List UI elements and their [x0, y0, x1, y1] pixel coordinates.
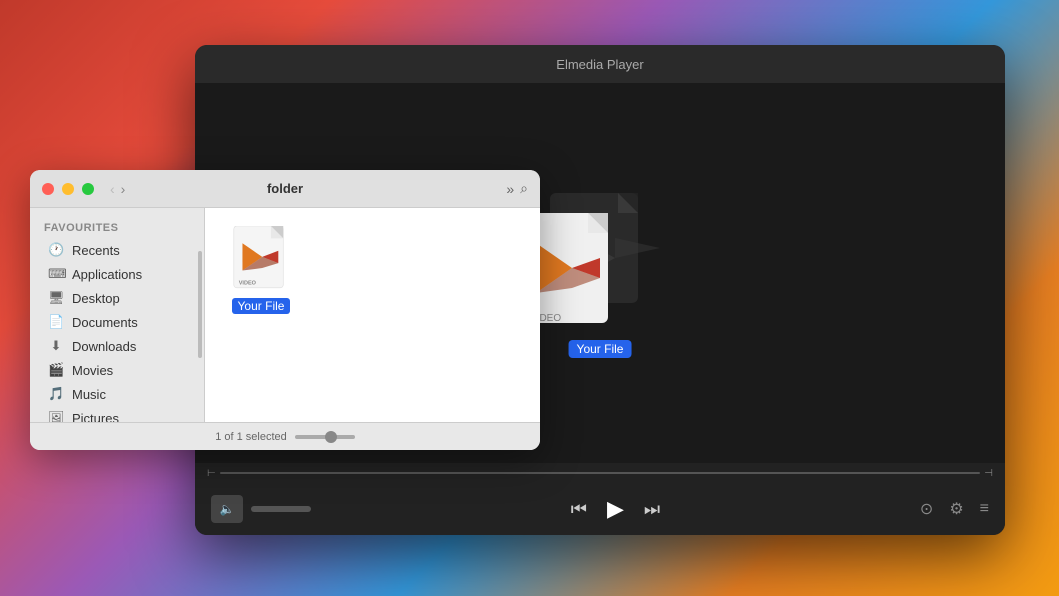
file-label: Your File: [232, 298, 291, 314]
sidebar-item-applications[interactable]: ⌨ Applications: [34, 262, 200, 286]
documents-icon: 📄: [48, 314, 64, 330]
documents-label: Documents: [72, 315, 138, 330]
sidebar-item-recents[interactable]: 🕐 Recents: [34, 238, 200, 262]
sidebar-item-desktop[interactable]: 🖥 Desktop: [34, 286, 200, 310]
sidebar-item-music[interactable]: 🎵 Music: [34, 382, 200, 406]
settings-button[interactable]: ⚙: [949, 499, 963, 519]
downloads-label: Downloads: [72, 339, 136, 354]
sidebar-item-documents[interactable]: 📄 Documents: [34, 310, 200, 334]
seek-start-icon: ⊢: [207, 468, 216, 479]
file-icon: VIDEO: [231, 224, 291, 296]
playlist-button[interactable]: ≡: [980, 500, 989, 518]
svg-text:VIDEO: VIDEO: [239, 281, 257, 287]
nav-back[interactable]: ‹: [110, 181, 115, 197]
finder-main: VIDEO Your File: [205, 208, 540, 422]
desktop-icon: 🖥: [48, 290, 64, 306]
player-bottom: ⊢ ⊣ 🔈 ⏮ ▶ ⏭ ⊙ ⚙ ≡: [195, 463, 1005, 535]
volume-icon: 🔈: [220, 502, 235, 516]
player-controls: 🔈 ⏮ ▶ ⏭ ⊙ ⚙ ≡: [195, 483, 1005, 535]
sidebar-item-pictures[interactable]: 🖼 Pictures: [34, 406, 200, 422]
file-item[interactable]: VIDEO Your File: [221, 224, 301, 314]
recents-icon: 🕐: [48, 242, 64, 258]
finder-statusbar: 1 of 1 selected: [30, 422, 540, 450]
finder-sidebar: Favourites 🕐 Recents ⌨ Applications 🖥 De…: [30, 208, 205, 422]
seek-track[interactable]: [220, 472, 981, 474]
zoom-slider[interactable]: [295, 435, 355, 439]
downloads-icon: ⬇: [48, 338, 64, 354]
controls-right: ⊙ ⚙ ≡: [920, 499, 989, 519]
player-title: Elmedia Player: [556, 57, 643, 72]
pictures-label: Pictures: [72, 411, 119, 423]
volume-button[interactable]: 🔈: [211, 495, 243, 523]
recents-label: Recents: [72, 243, 120, 258]
desktop-label: Desktop: [72, 291, 120, 306]
sidebar-section-label: Favourites: [30, 220, 204, 238]
applications-icon: ⌨: [48, 266, 64, 282]
next-button[interactable]: ⏭: [644, 499, 660, 520]
zoom-control[interactable]: [295, 435, 355, 439]
seek-end-icon: ⊣: [984, 468, 993, 479]
movies-label: Movies: [72, 363, 113, 378]
nav-forward[interactable]: ›: [121, 181, 126, 197]
volume-bar[interactable]: [251, 506, 311, 512]
finder-window: ‹ › folder » ⌕ Favourites 🕐 Recents ⌨ Ap…: [30, 170, 540, 450]
maximize-button[interactable]: [82, 183, 94, 195]
sidebar-item-movies[interactable]: 🎬 Movies: [34, 358, 200, 382]
player-file-icon-wrapper: VIDEO VIDEO Your File: [520, 193, 680, 353]
play-button[interactable]: ▶: [607, 496, 624, 522]
search-button[interactable]: ⌕: [520, 180, 528, 197]
airplay-button[interactable]: ⊙: [920, 499, 933, 519]
finder-path: folder: [267, 181, 303, 196]
player-titlebar: Elmedia Player: [195, 45, 1005, 83]
player-file-label: Your File: [569, 340, 632, 358]
file-grid: VIDEO Your File: [221, 224, 524, 406]
finder-actions: » ⌕: [506, 180, 528, 197]
zoom-thumb: [325, 431, 337, 443]
movies-icon: 🎬: [48, 362, 64, 378]
prev-button[interactable]: ⏮: [571, 499, 587, 520]
sidebar-item-downloads[interactable]: ⬇ Downloads: [34, 334, 200, 358]
seekbar[interactable]: ⊢ ⊣: [195, 463, 1005, 483]
finder-body: Favourites 🕐 Recents ⌨ Applications 🖥 De…: [30, 208, 540, 422]
playback-controls: ⏮ ▶ ⏭: [319, 496, 912, 522]
finder-titlebar: ‹ › folder » ⌕: [30, 170, 540, 208]
sidebar-scrollbar[interactable]: [198, 251, 202, 358]
music-label: Music: [72, 387, 106, 402]
minimize-button[interactable]: [62, 183, 74, 195]
pictures-icon: 🖼: [48, 410, 64, 422]
music-icon: 🎵: [48, 386, 64, 402]
status-text: 1 of 1 selected: [215, 431, 287, 443]
file-icon-svg: VIDEO: [233, 226, 289, 294]
applications-label: Applications: [72, 267, 142, 282]
view-more-button[interactable]: »: [506, 181, 514, 197]
close-button[interactable]: [42, 183, 54, 195]
finder-nav: ‹ ›: [110, 181, 125, 197]
